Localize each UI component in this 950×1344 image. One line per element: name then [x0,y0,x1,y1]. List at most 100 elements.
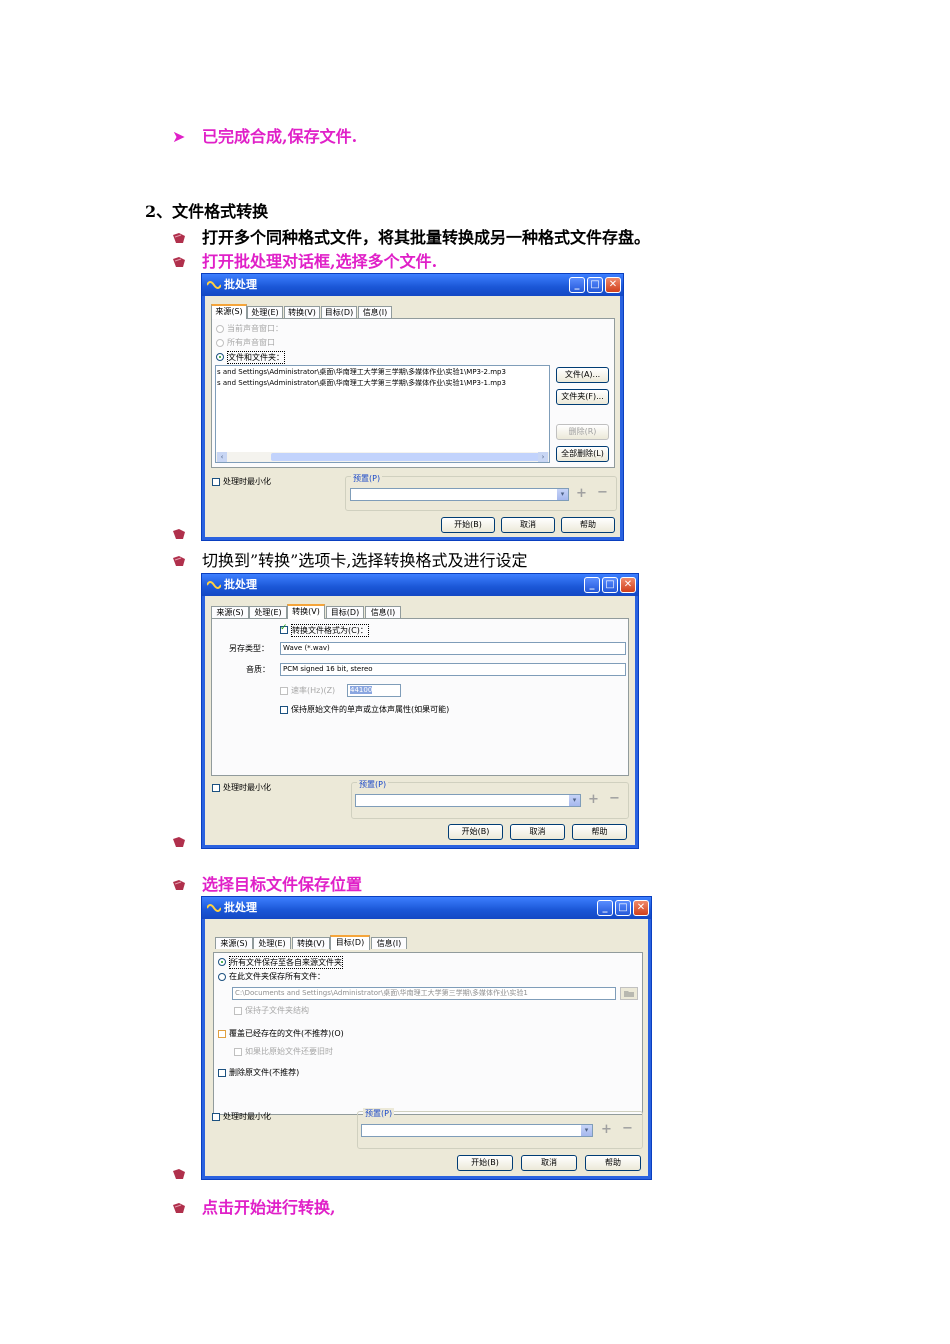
maximize-icon[interactable]: □ [615,900,631,916]
dialog-title: 批处理 [224,901,257,914]
cancel-button[interactable]: 取消 [510,824,565,840]
if-older-checkbox[interactable] [234,1048,242,1056]
radio-all-windows[interactable] [216,339,224,347]
scroll-left-icon[interactable]: ‹ [217,452,227,462]
maximize-icon[interactable]: □ [587,277,603,293]
tab-source[interactable]: 来源(S) [211,606,249,618]
start-button[interactable]: 开始(B) [441,517,495,533]
add-folder-button[interactable]: 文件夹(F)... [556,389,609,405]
close-icon[interactable]: ✕ [605,277,621,293]
horizontal-scrollbar[interactable]: ‹ › [216,452,549,462]
chevron-down-icon[interactable]: ▾ [581,1125,592,1136]
step1-text: 打开多个同种格式文件，将其批量转换成另一种格式文件存盘。 [202,228,651,247]
tab-info[interactable]: 信息(I) [365,606,401,618]
start-button[interactable]: 开始(B) [448,824,503,840]
start-button[interactable]: 开始(B) [457,1155,513,1171]
rate-select[interactable]: 44100 [347,684,401,697]
flower-bullet-icon [172,1168,186,1180]
remove-preset-icon[interactable]: − [597,486,608,499]
help-button[interactable]: 帮助 [585,1155,641,1171]
help-button[interactable]: 帮助 [572,824,627,840]
preset-select[interactable]: ▾ [361,1124,593,1137]
preset-select[interactable]: ▾ [350,488,569,501]
tab-target[interactable]: 目标(D) [321,306,357,318]
flower-bullet-icon [172,232,186,244]
save-type-label: 另存类型： [229,644,269,653]
tab-info[interactable]: 信息(I) [358,306,392,318]
batch-dialog-convert: 批处理 _ □ ✕ 来源(S) 处理(E) 转换(V) 目标(D) 信息(I) … [201,573,639,849]
app-icon [206,279,222,291]
remove-preset-icon[interactable]: − [609,792,620,805]
list-item[interactable]: s and Settings\Administrator\桌面\华南理工大学第三… [217,367,506,378]
add-preset-icon[interactable]: + [576,487,587,500]
list-item[interactable]: s and Settings\Administrator\桌面\华南理工大学第三… [217,378,506,389]
minimize-checkbox[interactable] [212,784,220,792]
tab-process[interactable]: 处理(E) [247,306,283,318]
title-bar: 批处理 _ □ ✕ [202,274,623,296]
close-icon[interactable]: ✕ [633,900,649,916]
minimize-icon[interactable]: _ [597,900,613,916]
preset-select[interactable]: ▾ [355,794,581,807]
rate-checkbox[interactable] [280,687,288,695]
minimize-label: 处理时最小化 [223,477,271,486]
tab-target[interactable]: 目标(D) [330,935,370,950]
done-text: 已完成合成,保存文件. [202,127,358,146]
chevron-down-icon[interactable]: ▾ [557,489,568,500]
add-files-button[interactable]: 文件(A)... [556,367,609,383]
flower-bullet-icon [172,528,186,540]
overwrite-label: 覆盖已经存在的文件(不推荐)(O) [229,1029,344,1038]
help-button[interactable]: 帮助 [561,517,615,533]
keep-channels-checkbox[interactable] [280,706,288,714]
file-list[interactable]: s and Settings\Administrator\桌面\华南理工大学第三… [215,365,550,463]
radio-same-label: 所有文件保存至各自来源文件夹 [229,956,343,969]
cancel-button[interactable]: 取消 [501,517,555,533]
maximize-icon[interactable]: □ [602,577,618,593]
radio-files-folders[interactable] [216,353,224,361]
close-icon[interactable]: ✕ [620,577,636,593]
radio-folder-label: 在此文件夹保存所有文件： [229,972,325,981]
add-preset-icon[interactable]: + [588,793,599,806]
tab-panel: 当前声音窗口： 所有声音窗口 文件和文件夹： s and Settings\Ad… [211,318,615,468]
minimize-checkbox[interactable] [212,1113,220,1121]
keep-structure-checkbox[interactable] [234,1007,242,1015]
scroll-thumb[interactable] [271,453,541,461]
delete-original-checkbox[interactable] [218,1069,226,1077]
tab-info[interactable]: 信息(I) [371,937,407,949]
radio-files-label: 文件和文件夹： [227,351,285,364]
tab-source[interactable]: 来源(S) [215,937,253,949]
minimize-icon[interactable]: _ [569,277,585,293]
quality-select[interactable]: PCM signed 16 bit, stereo [280,663,626,676]
radio-same-folder[interactable] [218,958,226,966]
flower-bullet-icon [172,256,186,268]
radio-current-window[interactable] [216,325,224,333]
convert-format-checkbox[interactable] [280,623,288,634]
tab-process[interactable]: 处理(E) [253,937,291,949]
batch-dialog-source: 批处理 _ □ ✕ 来源(S) 处理(E) 转换(V) 目标(D) 信息(I) … [201,273,624,541]
title-bar: 批处理 _ □ ✕ [202,574,638,596]
tab-process[interactable]: 处理(E) [249,606,287,618]
remove-preset-icon[interactable]: − [622,1122,633,1135]
radio-this-folder[interactable] [218,973,226,981]
delete-all-button[interactable]: 全部删除(L) [556,446,609,462]
save-type-select[interactable]: Wave (*.wav) [280,642,626,655]
flower-bullet-icon [172,1202,186,1214]
minimize-label: 处理时最小化 [223,1112,271,1121]
chevron-down-icon[interactable]: ▾ [569,795,580,806]
tab-target[interactable]: 目标(D) [326,606,364,618]
overwrite-checkbox[interactable] [218,1030,226,1038]
dialog-title: 批处理 [224,578,257,591]
cancel-button[interactable]: 取消 [521,1155,577,1171]
minimize-checkbox[interactable] [212,478,220,486]
tab-panel: 转换文件格式为(C)： 另存类型： Wave (*.wav) 音质： PCM s… [211,618,629,776]
scroll-right-icon[interactable]: › [538,452,548,462]
tab-convert[interactable]: 转换(V) [284,306,320,318]
tab-source[interactable]: 来源(S) [211,304,247,319]
folder-icon[interactable] [620,987,638,1000]
tab-convert[interactable]: 转换(V) [292,937,330,949]
add-preset-icon[interactable]: + [601,1123,612,1136]
tab-convert[interactable]: 转换(V) [287,604,325,619]
delete-button[interactable]: 删除(R) [556,424,609,440]
flower-bullet-icon [172,879,186,891]
minimize-icon[interactable]: _ [584,577,600,593]
target-folder-input[interactable]: C:\Documents and Settings\Administrator\… [232,987,616,1000]
